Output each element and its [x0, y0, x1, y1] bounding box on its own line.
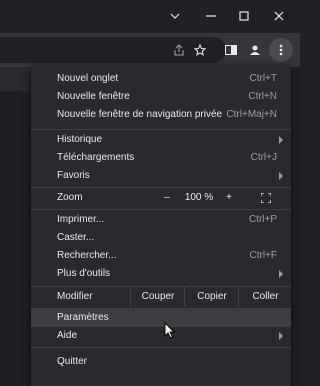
- browser-toolbar: [0, 33, 300, 67]
- zoom-out-button[interactable]: –: [159, 188, 175, 208]
- tab-search-dropdown[interactable]: [162, 5, 188, 27]
- edit-controls: Modifier Couper Copier Coller: [31, 287, 291, 307]
- menu-item-history[interactable]: Historique: [31, 131, 291, 149]
- profile-icon: [250, 45, 260, 55]
- submenu-arrow-icon: [279, 172, 283, 180]
- cut-button[interactable]: Couper: [130, 287, 185, 307]
- chevron-down-icon: [170, 13, 180, 19]
- chrome-main-menu: Nouvel onglet Ctrl+T Nouvelle fenêtre Ct…: [31, 64, 291, 386]
- menu-item-new-tab[interactable]: Nouvel onglet Ctrl+T: [31, 70, 291, 88]
- menu-item-label: Aide: [57, 330, 78, 341]
- bookmark-button[interactable]: [188, 37, 212, 63]
- menu-item-print[interactable]: Imprimer... Ctrl+P: [31, 211, 291, 229]
- menu-item-label: Plus d'outils: [57, 268, 111, 279]
- share-icon: [174, 44, 184, 56]
- menu-item-shortcut: Ctrl+T: [249, 73, 278, 84]
- maximize-icon: [239, 11, 249, 21]
- submenu-arrow-icon: [279, 332, 283, 340]
- menu-item-label: Caster...: [57, 232, 95, 243]
- menu-item-shortcut: Ctrl+F: [249, 250, 278, 261]
- menu-item-label: Imprimer...: [57, 214, 105, 225]
- menu-item-more-tools[interactable]: Plus d'outils: [31, 265, 291, 283]
- menu-item-shortcut: Ctrl+Maj+N: [226, 109, 277, 120]
- menu-item-label: Téléchargements: [57, 152, 135, 163]
- menu-item-shortcut: Ctrl+J: [250, 152, 277, 163]
- close-icon: [274, 11, 284, 21]
- menu-item-label: Rechercher...: [57, 250, 117, 261]
- menu-item-new-window[interactable]: Nouvelle fenêtre Ctrl+N: [31, 88, 291, 106]
- profile-button[interactable]: [243, 37, 267, 63]
- maximize-button[interactable]: [231, 5, 257, 27]
- paste-button[interactable]: Coller: [238, 287, 292, 307]
- zoom-in-button[interactable]: +: [221, 188, 237, 208]
- fullscreen-icon: [260, 192, 272, 204]
- minimize-icon: [206, 15, 216, 17]
- zoom-label: Zoom: [57, 192, 83, 203]
- menu-separator: [31, 347, 291, 348]
- fullscreen-button[interactable]: [257, 188, 275, 208]
- menu-item-favorites[interactable]: Favoris: [31, 167, 291, 185]
- menu-item-label: Nouvelle fenêtre de navigation privée: [57, 109, 223, 120]
- zoom-level: 100 %: [184, 192, 214, 203]
- menu-item-quit[interactable]: Quitter: [31, 353, 291, 371]
- close-button[interactable]: [266, 5, 292, 27]
- edit-label: Modifier: [57, 291, 93, 302]
- more-menu-button[interactable]: [269, 38, 293, 62]
- side-panel-icon: [225, 45, 237, 55]
- page-header-strip: [0, 67, 30, 91]
- menu-item-help[interactable]: Aide: [31, 327, 291, 345]
- menu-item-label: Favoris: [57, 170, 90, 181]
- menu-item-label: Historique: [57, 134, 103, 145]
- menu-item-shortcut: Ctrl+P: [248, 214, 277, 225]
- menu-item-shortcut: Ctrl+N: [248, 91, 277, 102]
- zoom-controls: Zoom – 100 % +: [31, 188, 291, 208]
- title-bar: [0, 0, 300, 33]
- menu-item-label: Paramètres: [57, 312, 109, 323]
- copy-button[interactable]: Copier: [184, 287, 239, 307]
- submenu-arrow-icon: [279, 270, 283, 278]
- more-menu-icon: [279, 44, 283, 56]
- menu-item-new-private-window[interactable]: Nouvelle fenêtre de navigation privée Ct…: [31, 106, 291, 124]
- menu-item-settings[interactable]: Paramètres: [31, 309, 291, 327]
- menu-item-downloads[interactable]: Téléchargements Ctrl+J: [31, 149, 291, 167]
- bookmark-star-icon: [194, 44, 206, 56]
- menu-item-label: Nouvel onglet: [57, 73, 119, 84]
- menu-separator: [31, 129, 291, 130]
- side-panel-button[interactable]: [219, 37, 243, 63]
- submenu-arrow-icon: [279, 136, 283, 144]
- menu-item-label: Nouvelle fenêtre: [57, 91, 130, 102]
- menu-separator: [31, 209, 291, 210]
- menu-item-label: Quitter: [57, 356, 88, 367]
- mouse-cursor-icon: [164, 322, 175, 339]
- menu-item-find[interactable]: Rechercher... Ctrl+F: [31, 247, 291, 265]
- minimize-button[interactable]: [198, 5, 224, 27]
- menu-item-cast[interactable]: Caster...: [31, 229, 291, 247]
